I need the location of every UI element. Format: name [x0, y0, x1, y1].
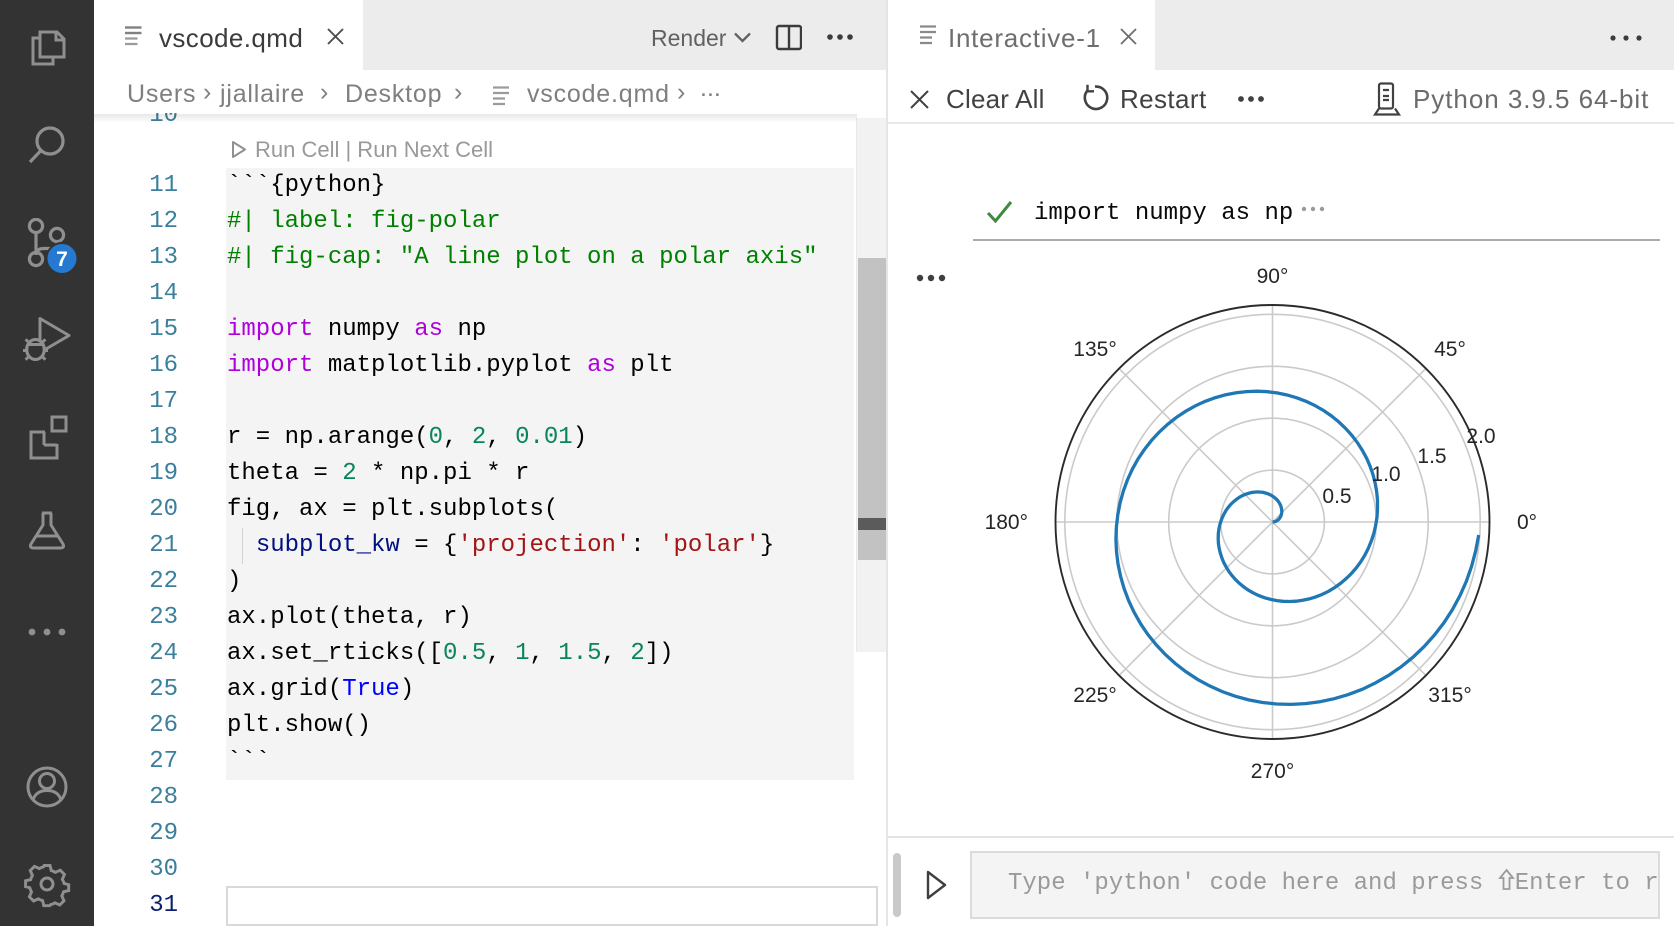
- svg-text:2.0: 2.0: [1466, 425, 1495, 448]
- svg-text:0.5: 0.5: [1322, 485, 1351, 508]
- svg-text:270°: 270°: [1251, 760, 1294, 783]
- svg-text:1.0: 1.0: [1371, 463, 1400, 486]
- svg-text:1.5: 1.5: [1417, 445, 1446, 468]
- svg-text:45°: 45°: [1434, 338, 1466, 361]
- svg-text:0°: 0°: [1517, 511, 1537, 534]
- svg-text:90°: 90°: [1257, 265, 1289, 288]
- svg-text:135°: 135°: [1073, 338, 1116, 361]
- svg-text:315°: 315°: [1428, 684, 1471, 707]
- svg-text:180°: 180°: [985, 511, 1028, 534]
- svg-text:7: 7: [56, 248, 68, 271]
- svg-text:225°: 225°: [1073, 684, 1116, 707]
